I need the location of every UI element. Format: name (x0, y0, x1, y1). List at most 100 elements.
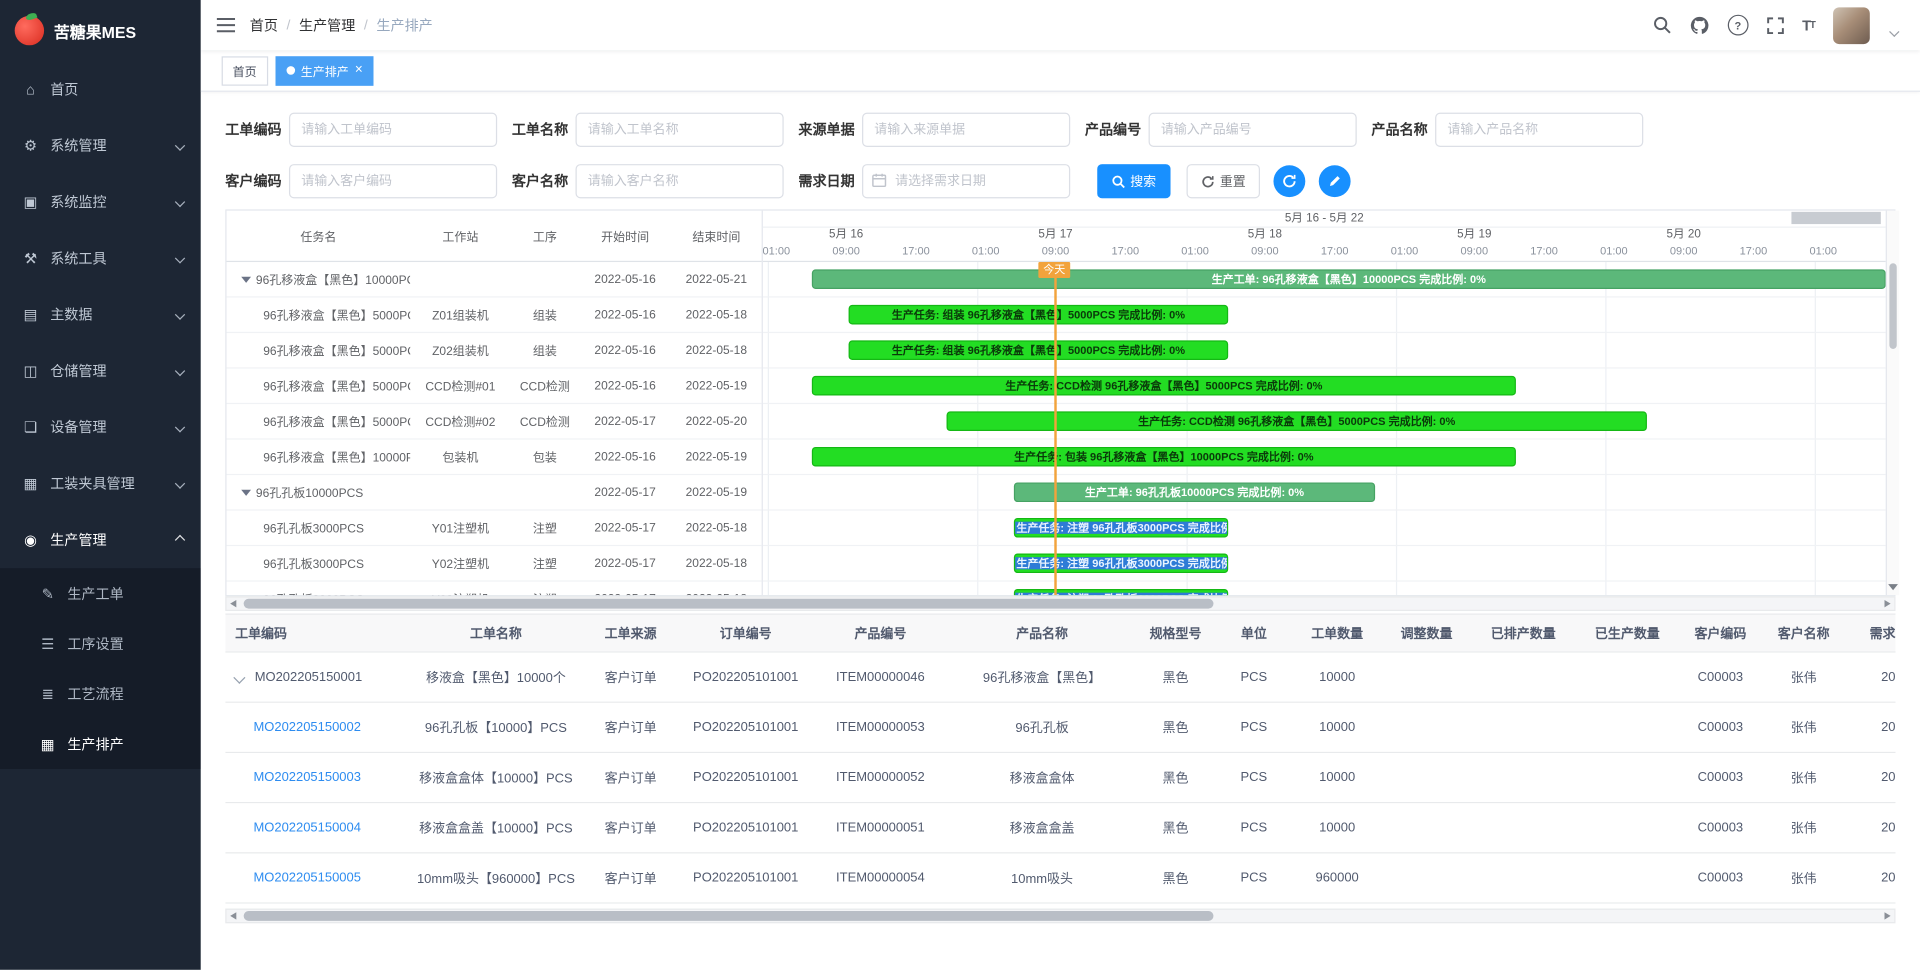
reset-button[interactable]: 重置 (1187, 164, 1261, 198)
breadcrumb-production[interactable]: 生产管理 (299, 15, 355, 35)
gantt-task-bar[interactable]: 生产任务: 组装 96孔移液盒【黑色】5000PCS 完成比例: 0% (849, 305, 1229, 325)
table-col-header: 工单名称 (409, 624, 583, 642)
filter-input-2-0[interactable] (289, 164, 497, 198)
expand-caret-icon[interactable] (241, 276, 251, 282)
tab-scheduling[interactable]: 生产排产 × (275, 56, 374, 85)
end-time-cell: 2022-05-21 (671, 272, 762, 285)
task-name: 96孔移液盒【黑色】5000PCS (263, 306, 410, 323)
gantt-horizontal-scrollbar[interactable] (225, 596, 1895, 611)
submenu-production-mgmt: ✎生产工单☰工序设置≣工艺流程▦生产排产 (0, 568, 201, 769)
process-cell: CCD检测 (511, 377, 580, 394)
search-button[interactable]: 搜索 (1097, 164, 1171, 198)
gantt-task-bar[interactable]: 生产任务: 组装 96孔移液盒【黑色】5000PCS 完成比例: 0% (849, 340, 1229, 360)
equipment-mgmt-icon: ❏ (22, 419, 39, 436)
workstation-cell: CCD检测#01 (410, 377, 510, 394)
search-icon[interactable] (1653, 16, 1671, 34)
fullscreen-icon[interactable] (1767, 17, 1784, 34)
filter-input-1-1[interactable] (576, 113, 784, 147)
sidebar-item-system-tools[interactable]: ⚒系统工具 (0, 230, 201, 286)
gantt-hscroll-thumb[interactable] (244, 599, 1214, 609)
gantt-task-bar[interactable]: 生产任务: 注塑 96孔孔板3000PCS 完成比例: 0% (1014, 518, 1228, 538)
sidebar-item-process-settings[interactable]: ☰工序设置 (0, 618, 201, 668)
gantt-task-bar[interactable]: 生产任务: CCD检测 96孔移液盒【黑色】5000PCS 完成比例: 0% (947, 411, 1647, 431)
sidebar-item-home[interactable]: ⌂首页 (0, 61, 201, 117)
table-hscroll-thumb[interactable] (244, 911, 1214, 921)
tab-close-icon[interactable]: × (355, 64, 363, 77)
gantt-vscroll-down-arrow[interactable] (1888, 584, 1898, 590)
sidebar-item-system-monitor[interactable]: ▣系统监控 (0, 174, 201, 230)
table-cell: 客户订单 (583, 819, 679, 837)
refresh-circle-button[interactable] (1274, 165, 1306, 197)
sidebar-item-work-order[interactable]: ✎生产工单 (0, 568, 201, 618)
gantt-parent-bar[interactable]: 生产工单: 96孔孔板10000PCS 完成比例: 0% (1014, 482, 1375, 502)
table-col-header: 单位 (1215, 624, 1293, 642)
sidebar-item-scheduling[interactable]: ▦生产排产 (0, 719, 201, 769)
work-order-link[interactable]: MO202205150005 (253, 871, 360, 886)
hscroll-left-arrow[interactable] (230, 912, 236, 919)
work-order-link[interactable]: MO202205150004 (253, 820, 360, 835)
gantt-timeline-header: 5月 16 - 5月 22 5月 165月 175月 185月 195月 20 … (763, 211, 1886, 262)
gantt-vertical-scrollbar[interactable] (1886, 211, 1899, 595)
sidebar-item-warehouse-mgmt[interactable]: ◫仓储管理 (0, 343, 201, 399)
filter-input-2-1[interactable] (576, 164, 784, 198)
filter-input-1-2[interactable] (862, 113, 1070, 147)
gantt-task-bar[interactable]: 生产任务: CCD检测 96孔移液盒【黑色】5000PCS 完成比例: 0% (812, 376, 1516, 396)
filter-field-2-0: 客户编码 (225, 164, 497, 198)
filter-input-1-4[interactable] (1435, 113, 1643, 147)
work-order-link[interactable]: MO202205150003 (253, 770, 360, 785)
expand-caret-icon[interactable] (241, 489, 251, 495)
table-cell: 10000 (1293, 670, 1381, 685)
table-cell: 客户订单 (583, 869, 679, 887)
gantt-bar-row: 生产工单: 96孔移液盒【黑色】10000PCS 完成比例: 0% (763, 262, 1886, 298)
table-horizontal-scrollbar[interactable] (225, 909, 1895, 924)
workstation-cell: Y02注塑机 (410, 555, 510, 572)
sidebar-item-label: 系统监控 (50, 192, 176, 212)
sidebar-item-production-mgmt[interactable]: ◉生产管理 (0, 512, 201, 568)
avatar[interactable] (1833, 7, 1870, 44)
hscroll-right-arrow[interactable] (1884, 600, 1890, 607)
help-icon[interactable]: ? (1727, 15, 1748, 36)
table-cell: PO202205101001 (678, 770, 813, 785)
gantt-task-bar[interactable]: 生产任务: 注塑 96孔孔板3000PCS 完成比例: 0% (1014, 553, 1228, 573)
avatar-caret-icon[interactable] (1889, 26, 1899, 36)
gantt-task-bar[interactable]: 生产任务: 包装 96孔移液盒【黑色】10000PCS 完成比例: 0% (812, 447, 1516, 467)
gantt-vscroll-thumb[interactable] (1889, 263, 1896, 349)
hscroll-right-arrow[interactable] (1884, 912, 1890, 919)
table-body: MO202205150001移液盒【黑色】10000个客户订单PO2022051… (225, 653, 1895, 904)
github-icon[interactable] (1690, 16, 1710, 34)
tab-home[interactable]: 首页 (222, 56, 268, 85)
sidebar-item-system-mgmt[interactable]: ⚙系统管理 (0, 118, 201, 174)
sidebar-item-process-flow[interactable]: ≣工艺流程 (0, 669, 201, 719)
sidebar-item-label: 工艺流程 (67, 684, 183, 704)
table-cell: 2022 (1847, 871, 1896, 886)
filter-input-1-0[interactable] (289, 113, 497, 147)
workstation-cell: Z02组装机 (410, 342, 510, 359)
gantt-task-bar[interactable]: 生产任务: 注塑 96孔孔板3000PCS 完成比例: 0% (1014, 589, 1228, 595)
start-time-cell: 2022-05-16 (579, 308, 671, 321)
task-name-cell: 96孔孔板3000PCS (227, 555, 411, 572)
font-size-icon[interactable]: TT (1802, 17, 1815, 34)
sidebar-item-master-data[interactable]: ▤主数据 (0, 287, 201, 343)
sidebar-item-fixture-mgmt[interactable]: ▦工装夹具管理 (0, 456, 201, 512)
filter-label: 客户名称 (512, 171, 568, 191)
table-cell: 移液盒盒体【10000】PCS (409, 768, 583, 786)
end-time-cell: 2022-05-19 (671, 379, 762, 392)
hamburger-icon[interactable] (201, 17, 250, 33)
table-cell: 客户订单 (583, 668, 679, 686)
table-cell: 黑色 (1136, 768, 1214, 786)
table-cell: 96孔孔板【10000】PCS (409, 718, 583, 736)
sidebar-item-equipment-mgmt[interactable]: ❏设备管理 (0, 399, 201, 455)
demand-date-input[interactable] (862, 164, 1070, 198)
work-order-link[interactable]: MO202205150001 (255, 670, 362, 685)
end-time-cell: 2022-05-20 (671, 414, 762, 427)
timeline-hour-label: 09:00 (1042, 242, 1070, 260)
breadcrumb-home[interactable]: 首页 (250, 15, 278, 35)
gantt-parent-bar[interactable]: 生产工单: 96孔移液盒【黑色】10000PCS 完成比例: 0% (812, 269, 1886, 289)
row-expand-icon[interactable] (233, 671, 245, 683)
table-cell: C00003 (1680, 720, 1761, 735)
hscroll-left-arrow[interactable] (230, 600, 236, 607)
work-order-link[interactable]: MO202205150002 (253, 720, 360, 735)
edit-circle-button[interactable] (1319, 165, 1351, 197)
filter-input-1-3[interactable] (1149, 113, 1357, 147)
filter-label: 工单编码 (225, 120, 281, 140)
